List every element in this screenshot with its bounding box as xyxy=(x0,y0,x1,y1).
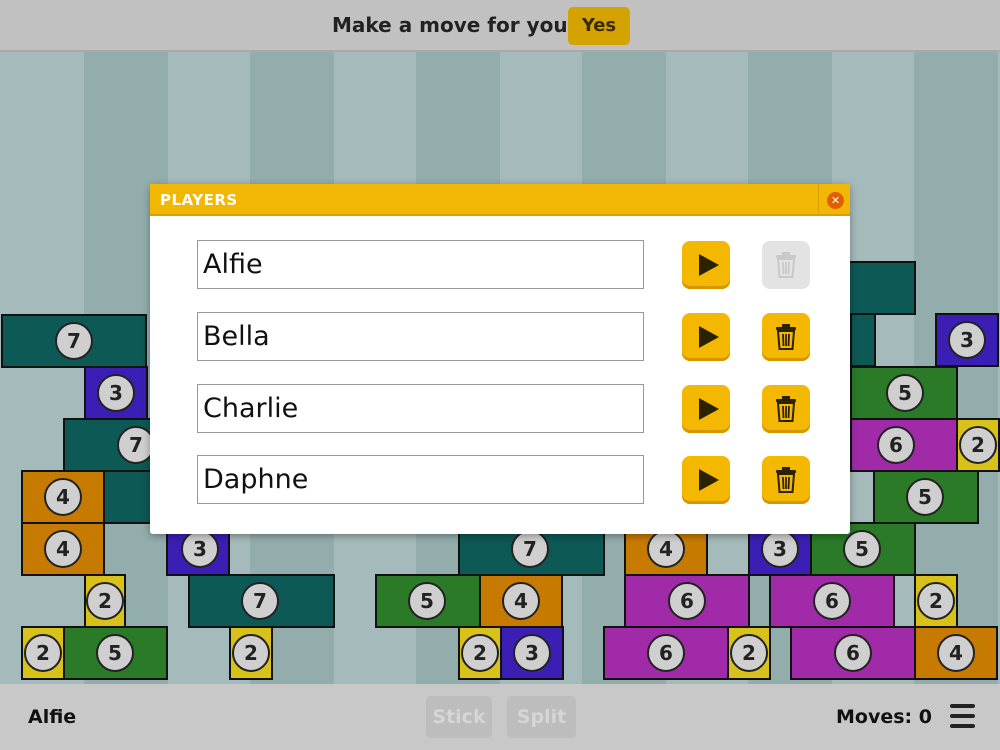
play-icon xyxy=(699,326,719,348)
current-player-label: Alfie xyxy=(28,706,77,728)
block[interactable]: 3 xyxy=(935,313,999,367)
trash-icon xyxy=(776,396,796,422)
block[interactable]: 6 xyxy=(850,418,958,472)
block[interactable]: 4 xyxy=(21,522,105,576)
block[interactable]: 7 xyxy=(1,314,147,368)
delete-player-button xyxy=(762,241,810,289)
trash-icon xyxy=(776,252,796,278)
block-value-token: 2 xyxy=(232,634,270,672)
block-value-token: 7 xyxy=(511,530,549,568)
block[interactable]: 6 xyxy=(790,626,916,680)
moves-counter: Moves: 0 xyxy=(836,706,932,728)
trash-icon xyxy=(776,467,796,493)
yes-button[interactable]: Yes xyxy=(568,7,630,45)
bottom-bar: Alfie Stick Split Moves: 0 xyxy=(0,684,1000,750)
block[interactable]: 5 xyxy=(63,626,168,680)
player-row xyxy=(150,384,850,434)
block[interactable]: 4 xyxy=(914,626,998,680)
block-value-token: 4 xyxy=(937,634,975,672)
player-name-input[interactable] xyxy=(197,312,644,361)
block-value-token: 2 xyxy=(86,582,124,620)
block-value-token: 3 xyxy=(181,530,219,568)
block[interactable]: 2 xyxy=(956,418,1000,472)
dialog-header: PLAYERS ✕ xyxy=(150,184,850,216)
top-bar: Make a move for you? Yes xyxy=(0,0,1000,52)
block-value-token: 2 xyxy=(959,426,997,464)
dialog-title: PLAYERS xyxy=(160,191,238,209)
play-icon xyxy=(699,254,719,276)
block[interactable]: 2 xyxy=(458,626,502,680)
block-value-token: 2 xyxy=(730,634,768,672)
block[interactable]: 3 xyxy=(500,626,564,680)
player-row xyxy=(150,312,850,362)
block-value-token: 5 xyxy=(96,634,134,672)
block[interactable]: 7 xyxy=(188,574,335,628)
block-value-token: 2 xyxy=(461,634,499,672)
block-value-token: 4 xyxy=(502,582,540,620)
block[interactable]: 5 xyxy=(375,574,481,628)
block-value-token: 5 xyxy=(906,478,944,516)
block-value-token: 2 xyxy=(24,634,62,672)
block[interactable]: 7 xyxy=(63,418,163,472)
auto-move-prompt: Make a move for you? xyxy=(332,13,580,37)
trash-icon xyxy=(776,324,796,350)
block-value-token: 4 xyxy=(647,530,685,568)
block[interactable]: 5 xyxy=(873,470,979,524)
player-row xyxy=(150,455,850,505)
play-button[interactable] xyxy=(682,241,730,289)
block-value-token: 5 xyxy=(408,582,446,620)
block[interactable]: 2 xyxy=(229,626,273,680)
dialog-close-button[interactable]: ✕ xyxy=(818,184,850,216)
player-name-input[interactable] xyxy=(197,384,644,433)
block[interactable]: 6 xyxy=(603,626,729,680)
block[interactable] xyxy=(103,470,153,524)
block-value-token: 5 xyxy=(843,530,881,568)
play-icon xyxy=(699,398,719,420)
block-value-token: 6 xyxy=(834,634,872,672)
block[interactable]: 4 xyxy=(479,574,563,628)
block-value-token: 4 xyxy=(44,530,82,568)
players-dialog: PLAYERS ✕ xyxy=(150,184,850,534)
block[interactable]: 2 xyxy=(914,574,958,628)
block[interactable]: 6 xyxy=(769,574,895,628)
block[interactable]: 6 xyxy=(624,574,750,628)
stick-button[interactable]: Stick xyxy=(426,696,492,738)
block-value-token: 7 xyxy=(55,322,93,360)
play-button[interactable] xyxy=(682,385,730,433)
player-name-input[interactable] xyxy=(197,240,644,289)
block-value-token: 6 xyxy=(877,426,915,464)
delete-player-button[interactable] xyxy=(762,313,810,361)
block[interactable]: 5 xyxy=(850,366,958,420)
block-value-token: 2 xyxy=(917,582,955,620)
play-button[interactable] xyxy=(682,456,730,504)
player-row xyxy=(150,240,850,290)
block-value-token: 5 xyxy=(886,374,924,412)
block-value-token: 6 xyxy=(647,634,685,672)
block[interactable]: 4 xyxy=(21,470,105,524)
player-name-input[interactable] xyxy=(197,455,644,504)
block-value-token: 6 xyxy=(668,582,706,620)
block[interactable] xyxy=(850,313,876,367)
block[interactable]: 2 xyxy=(727,626,771,680)
block[interactable]: 2 xyxy=(84,574,126,628)
block-value-token: 3 xyxy=(948,321,986,359)
block-value-token: 3 xyxy=(97,374,135,412)
block[interactable]: 2 xyxy=(21,626,65,680)
hamburger-menu-icon[interactable] xyxy=(950,704,975,730)
block-value-token: 3 xyxy=(513,634,551,672)
block-value-token: 3 xyxy=(761,530,799,568)
delete-player-button[interactable] xyxy=(762,385,810,433)
play-icon xyxy=(699,469,719,491)
block-value-token: 7 xyxy=(241,582,279,620)
block-value-token: 4 xyxy=(44,478,82,516)
split-button[interactable]: Split xyxy=(507,696,576,738)
delete-player-button[interactable] xyxy=(762,456,810,504)
close-icon[interactable]: ✕ xyxy=(827,192,844,209)
play-button[interactable] xyxy=(682,313,730,361)
block-value-token: 6 xyxy=(813,582,851,620)
block[interactable]: 3 xyxy=(84,366,148,420)
